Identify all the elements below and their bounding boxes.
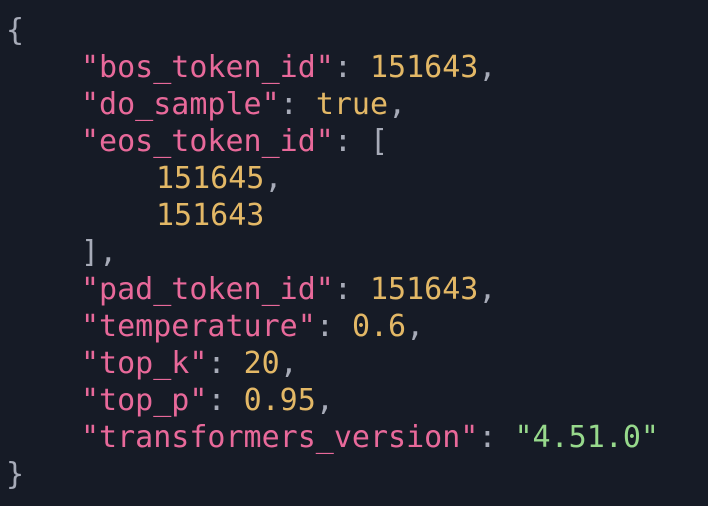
comma: ,	[388, 87, 407, 122]
colon: :	[207, 346, 244, 381]
code-line: }	[6, 456, 708, 493]
key-eos-token-id: "eos_token_id"	[81, 124, 334, 159]
comma: ,	[406, 309, 425, 344]
key-pad-token-id: "pad_token_id"	[81, 272, 334, 307]
colon: :	[279, 87, 316, 122]
key-do-sample: "do_sample"	[81, 87, 280, 122]
key-top-k: "top_k"	[81, 346, 208, 381]
value-pad-token-id: 151643	[370, 272, 479, 307]
comma: ,	[315, 383, 334, 418]
code-line: ],	[6, 234, 708, 271]
code-line: 151645,	[6, 160, 708, 197]
eos-token-id-item: 151643	[156, 198, 265, 233]
code-line: "transformers_version": "4.51.0"	[6, 419, 708, 456]
value-top-k: 20	[243, 346, 280, 381]
colon: :	[207, 383, 244, 418]
close-brace: }	[6, 457, 25, 492]
colon: :	[333, 272, 370, 307]
value-temperature: 0.6	[351, 309, 407, 344]
code-line: {	[6, 12, 708, 49]
key-temperature: "temperature"	[81, 309, 316, 344]
colon: :	[478, 420, 515, 455]
value-do-sample: true	[315, 87, 389, 122]
code-line: "pad_token_id": 151643,	[6, 271, 708, 308]
code-line: "bos_token_id": 151643,	[6, 49, 708, 86]
open-brace: {	[6, 13, 25, 48]
key-bos-token-id: "bos_token_id"	[81, 50, 334, 85]
value-bos-token-id: 151643	[370, 50, 479, 85]
comma: ,	[99, 235, 118, 270]
code-line: 151643	[6, 197, 708, 234]
key-top-p: "top_p"	[81, 383, 208, 418]
code-line: "top_k": 20,	[6, 345, 708, 382]
code-line: "temperature": 0.6,	[6, 308, 708, 345]
code-line: "eos_token_id": [	[6, 123, 708, 160]
code-editor: { "bos_token_id": 151643, "do_sample": t…	[0, 0, 708, 506]
value-transformers-version: "4.51.0"	[514, 420, 659, 455]
value-top-p: 0.95	[243, 383, 316, 418]
colon: :	[333, 50, 370, 85]
colon: :	[315, 309, 352, 344]
code-line: "do_sample": true,	[6, 86, 708, 123]
comma: ,	[478, 50, 497, 85]
open-bracket: [	[370, 124, 389, 159]
comma: ,	[264, 161, 283, 196]
colon: :	[333, 124, 370, 159]
comma: ,	[478, 272, 497, 307]
close-bracket: ]	[81, 235, 100, 270]
comma: ,	[279, 346, 298, 381]
eos-token-id-item: 151645	[156, 161, 265, 196]
code-line: "top_p": 0.95,	[6, 382, 708, 419]
key-transformers-version: "transformers_version"	[81, 420, 479, 455]
